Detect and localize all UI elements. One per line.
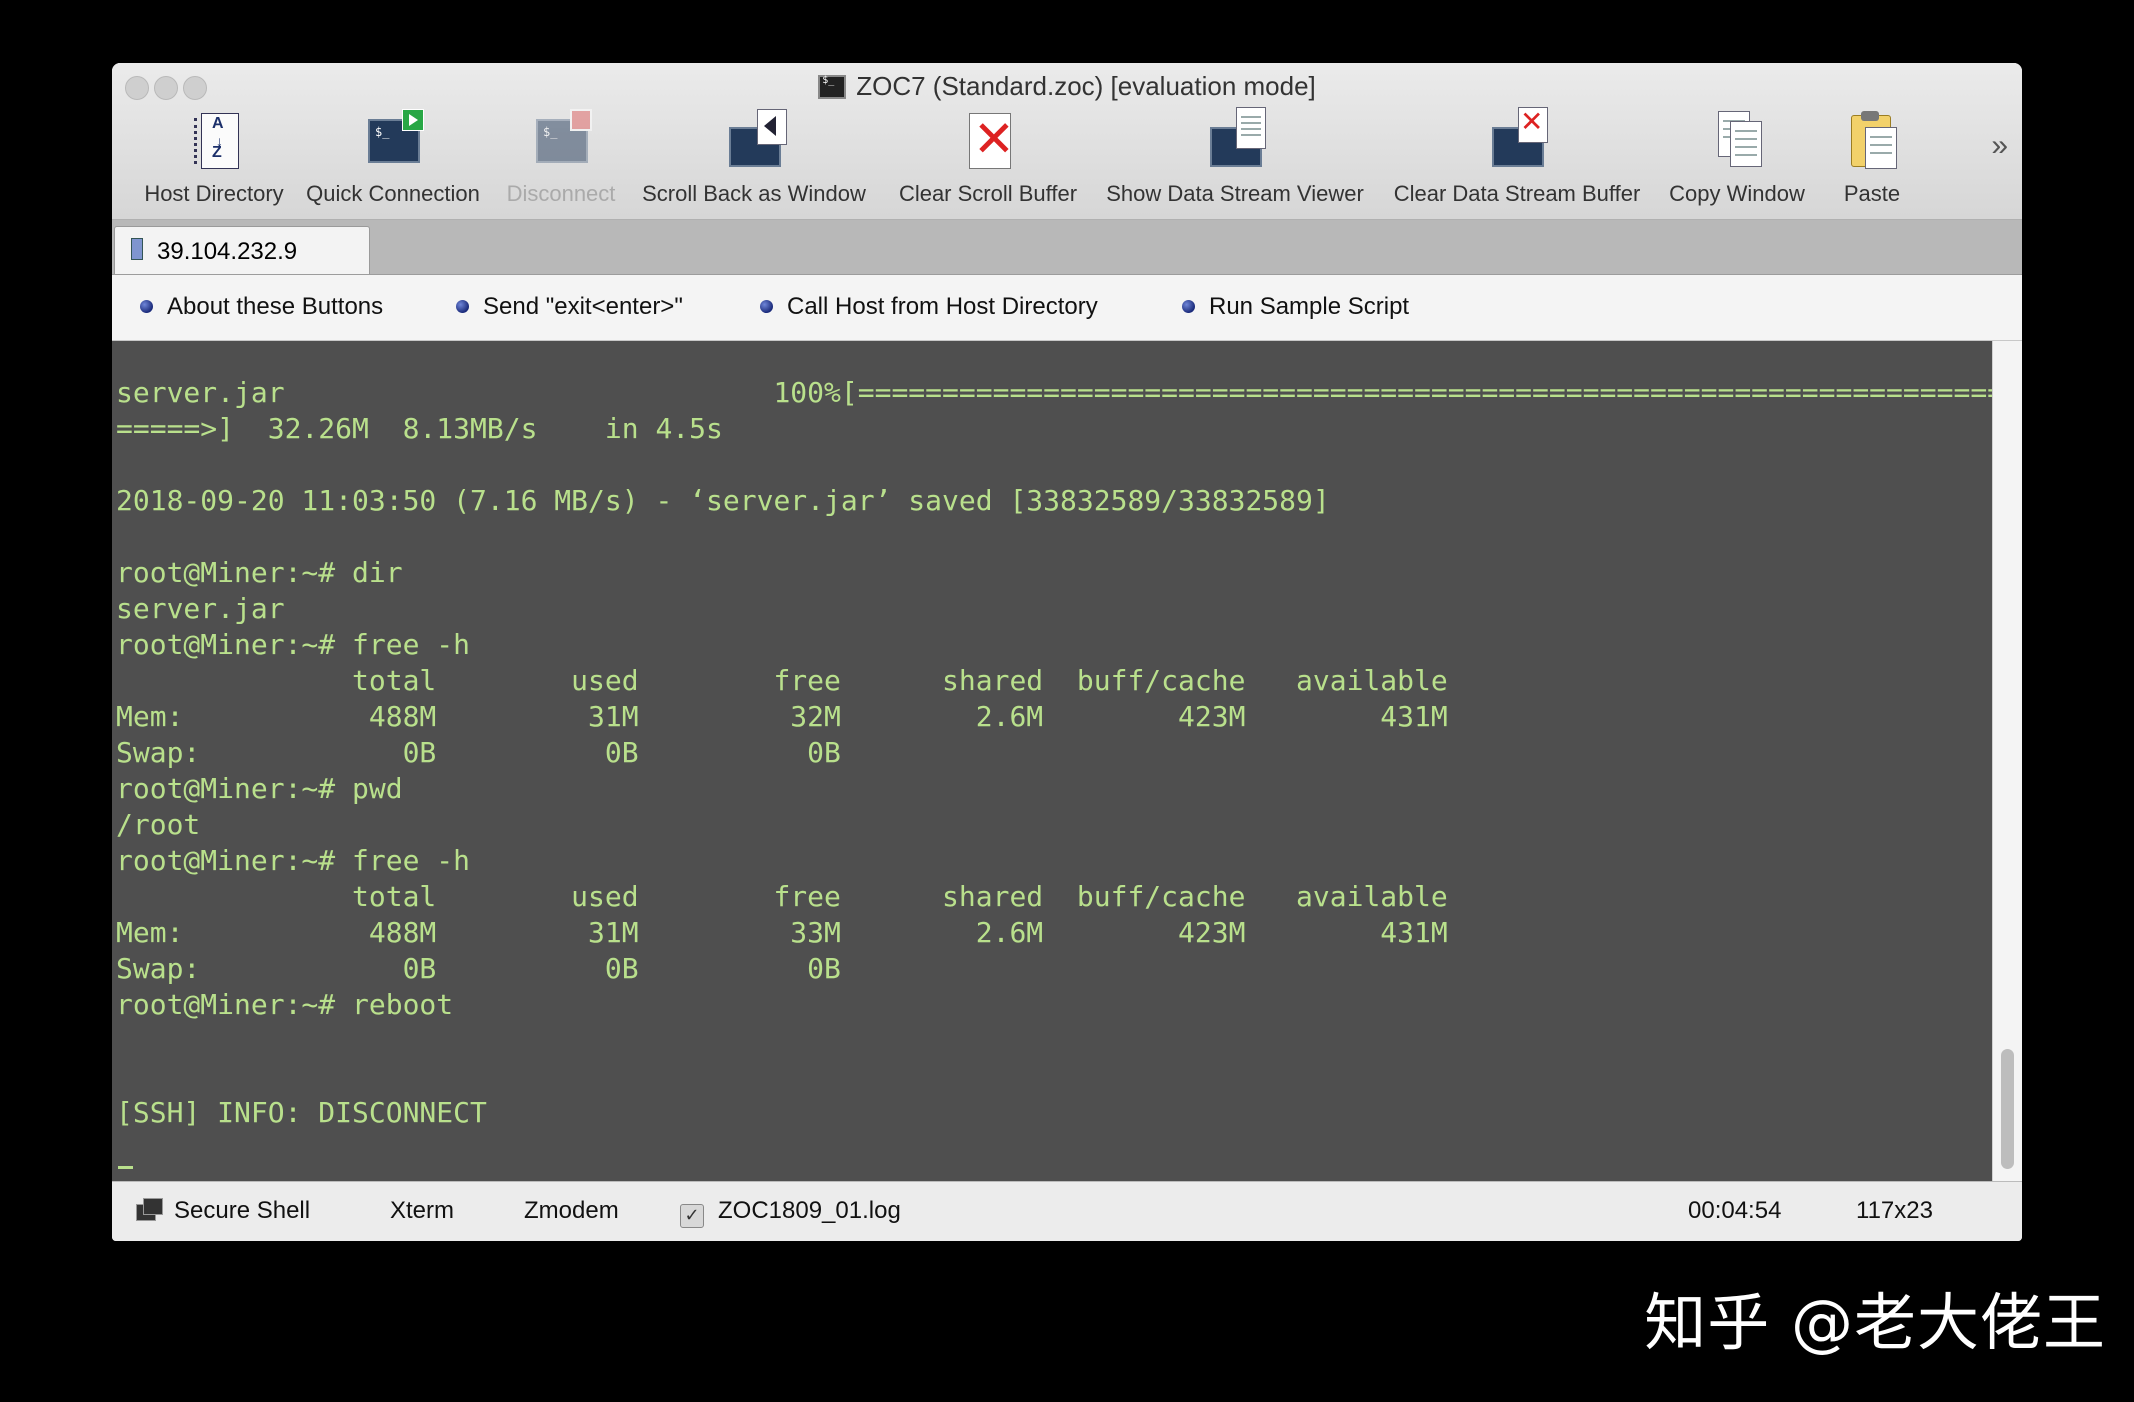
window-title: ZOC7 (Standard.zoc) [evaluation mode] bbox=[112, 71, 2022, 102]
emulation-status[interactable]: Xterm bbox=[390, 1197, 454, 1225]
data-stream-viewer-icon bbox=[1206, 107, 1266, 169]
paste-icon bbox=[1843, 111, 1901, 169]
title-toolbar: ZOC7 (Standard.zoc) [evaluation mode] A … bbox=[112, 63, 2022, 220]
paste-button[interactable]: Paste bbox=[1822, 111, 1922, 207]
scrollbar-thumb[interactable] bbox=[2001, 1049, 2014, 1169]
toolbar-overflow-button[interactable]: » bbox=[1991, 129, 2008, 163]
protocol-status[interactable]: Secure Shell bbox=[136, 1197, 310, 1225]
session-icon bbox=[131, 238, 143, 260]
show-data-stream-viewer-button[interactable]: Show Data Stream Viewer bbox=[1100, 107, 1370, 207]
terminal-size: 117x23 bbox=[1856, 1197, 1933, 1224]
transfer-status[interactable]: Zmodem bbox=[524, 1197, 619, 1225]
session-tab-bar: 39.104.232.9 bbox=[112, 220, 2022, 275]
quick-connection-icon: $_ bbox=[364, 109, 424, 169]
secure-shell-icon bbox=[136, 1198, 163, 1222]
quick-connection-button[interactable]: $_ Quick Connection bbox=[300, 109, 486, 207]
session-tab[interactable]: 39.104.232.9 bbox=[114, 226, 370, 274]
watermark: 知乎 @老大佬王 bbox=[1644, 1286, 2106, 1359]
scroll-back-icon bbox=[725, 109, 787, 169]
host-directory-icon: A Z ↓ bbox=[185, 111, 243, 169]
call-host-button[interactable]: Call Host from Host Directory bbox=[760, 293, 1098, 321]
log-status[interactable]: ✓ ZOC1809_01.log bbox=[680, 1197, 901, 1228]
host-directory-button[interactable]: A Z ↓ Host Directory bbox=[129, 111, 299, 207]
user-button-bar: About these Buttons Send "exit<enter>" C… bbox=[112, 275, 2022, 341]
about-buttons-button[interactable]: About these Buttons bbox=[140, 293, 383, 321]
clear-scroll-buffer-icon: ✕ bbox=[959, 111, 1017, 169]
clear-data-stream-buffer-button[interactable]: ✕ Clear Data Stream Buffer bbox=[1386, 105, 1648, 207]
bullet-icon bbox=[1182, 300, 1195, 313]
app-window: ZOC7 (Standard.zoc) [evaluation mode] A … bbox=[112, 63, 2022, 1241]
copy-window-button[interactable]: Copy Window bbox=[1664, 111, 1810, 207]
elapsed-time: 00:04:54 bbox=[1688, 1197, 1782, 1224]
scroll-back-as-window-button[interactable]: Scroll Back as Window bbox=[636, 109, 872, 207]
run-sample-script-button[interactable]: Run Sample Script bbox=[1182, 293, 1409, 321]
clear-scroll-buffer-button[interactable]: ✕ Clear Scroll Buffer bbox=[890, 111, 1086, 207]
send-exit-button[interactable]: Send "exit<enter>" bbox=[456, 293, 683, 321]
terminal-icon bbox=[818, 75, 847, 99]
bullet-icon bbox=[760, 300, 773, 313]
status-bar: Secure Shell Xterm Zmodem ✓ ZOC1809_01.lo… bbox=[112, 1181, 2022, 1241]
disconnect-button[interactable]: $_ Disconnect bbox=[498, 109, 624, 207]
bullet-icon bbox=[456, 300, 469, 313]
bullet-icon bbox=[140, 300, 153, 313]
terminal-screen[interactable]: server.jar 100%[========================… bbox=[112, 341, 1992, 1181]
disconnect-icon: $_ bbox=[532, 109, 592, 169]
log-checkbox[interactable]: ✓ bbox=[680, 1204, 704, 1228]
terminal-cursor bbox=[118, 1166, 133, 1169]
clear-data-stream-icon: ✕ bbox=[1488, 105, 1548, 169]
terminal-output: server.jar 100%[========================… bbox=[116, 376, 1992, 1129]
copy-window-icon bbox=[1708, 111, 1766, 169]
terminal-scrollbar[interactable] bbox=[1992, 341, 2022, 1181]
